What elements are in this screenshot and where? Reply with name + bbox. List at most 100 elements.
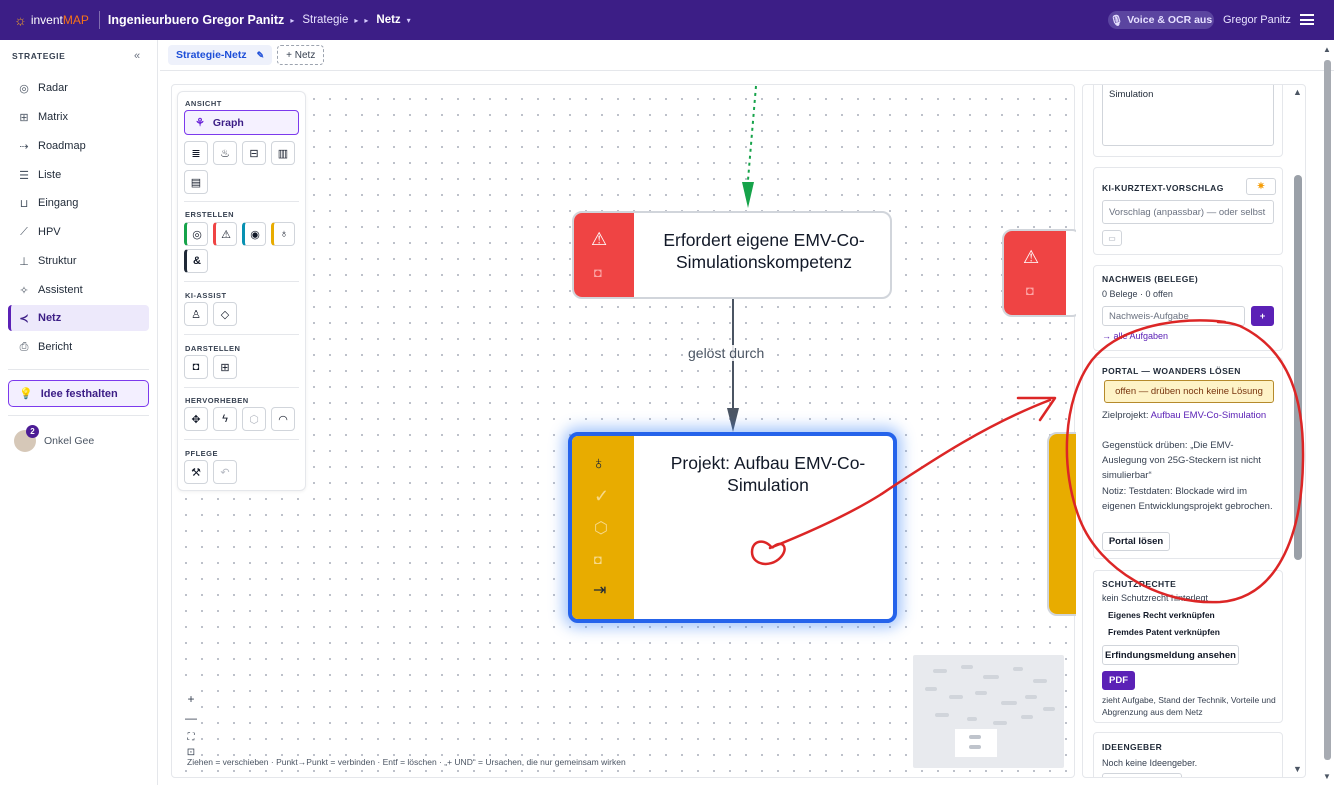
node-type-strip xyxy=(574,213,634,297)
view-flame-icon[interactable]: ♨ xyxy=(213,141,237,165)
toolbox-section-pflege: PFLEGE xyxy=(185,449,219,458)
scroll-up-icon[interactable]: ▲ xyxy=(1323,45,1331,54)
fit-view-icon[interactable]: ⛶ xyxy=(181,728,201,746)
create-and-button[interactable]: & xyxy=(184,249,208,273)
card-heading: KI-KURZTEXT-VORSCHLAG xyxy=(1102,183,1224,193)
zoom-in-button[interactable]: + xyxy=(181,690,201,708)
create-goal-icon[interactable]: ◎ xyxy=(184,222,208,246)
target-project: Zielprojekt: Aufbau EMV-Co-Simulation xyxy=(1102,408,1278,423)
edge-arrowhead xyxy=(742,182,754,208)
patents-card: SCHUTZRECHTE kein Schutzrecht hinterlegt… xyxy=(1093,570,1283,723)
link-foreign-patent-button[interactable]: Fremdes Patent verknüpfen xyxy=(1108,625,1220,640)
scroll-up-icon[interactable]: ▲ xyxy=(1293,87,1302,97)
view-comment-icon[interactable]: ▤ xyxy=(184,170,208,194)
sparkle-icon[interactable]: ✷ xyxy=(1246,178,1276,195)
camera-icon[interactable]: ◘ xyxy=(594,552,602,567)
pdf-description: zieht Aufgabe, Stand der Technik, Vortei… xyxy=(1102,695,1276,717)
check-icon[interactable]: ✓ xyxy=(594,486,609,507)
camera-icon[interactable]: ◘ xyxy=(594,265,602,280)
evidence-card: NACHWEIS (BELEGE) 0 Belege · 0 offen Nac… xyxy=(1093,265,1283,351)
minimap[interactable] xyxy=(913,655,1064,768)
view-invention-report-button[interactable]: Erfindungsmeldung ansehen xyxy=(1102,645,1239,665)
divider xyxy=(184,387,299,388)
camera-icon[interactable]: ◘ xyxy=(184,355,208,379)
project-node[interactable]: ♁ ✓ ⬡ ◘ ⇥ Projekt: Aufbau EMV-Co-Simulat… xyxy=(568,432,897,623)
problem-node[interactable]: ⚠ ◘ Erfordert eigene EMV-Co-Simulationsk… xyxy=(572,211,892,299)
view-bar-chart-icon[interactable]: ▥ xyxy=(271,141,295,165)
divider xyxy=(184,281,299,282)
dashed-edge[interactable] xyxy=(747,85,757,181)
description-card: Simulation xyxy=(1093,85,1283,157)
panel-scrollbar[interactable] xyxy=(1294,175,1302,560)
add-idea-giver-button[interactable] xyxy=(1102,773,1182,777)
counterpart-text: Gegenstück drüben: „Die EMV-Auslegung vo… xyxy=(1102,440,1261,481)
portal-card: PORTAL — WOANDERS LÖSEN offen — drüben n… xyxy=(1093,357,1283,559)
layout-grid-icon[interactable]: ⊞ xyxy=(213,355,237,379)
pdf-button[interactable]: PDF xyxy=(1102,671,1135,690)
problem-node-partial[interactable]: ⚠ ◘ xyxy=(1002,229,1082,317)
inspector-panel: Simulation KI-KURZTEXT-VORSCHLAG ✷ Vorsc… xyxy=(1082,84,1306,778)
idea-givers-card: IDEENGEBER Noch keine Ideengeber. xyxy=(1093,732,1283,777)
canvas-hint: Ziehen = verschieben · Punkt→Punkt = ver… xyxy=(187,757,626,767)
view-sliders-icon[interactable]: ≣ xyxy=(184,141,208,165)
warning-icon: ⚠ xyxy=(591,229,608,249)
window-scrollbar[interactable] xyxy=(1324,60,1331,760)
lock-icon[interactable]: ⊡ xyxy=(181,747,201,757)
add-evidence-button[interactable]: + xyxy=(1251,306,1274,326)
edge-arrowhead xyxy=(727,408,739,432)
target-project-link[interactable]: Aufbau EMV-Co-Simulation xyxy=(1151,410,1267,421)
card-heading: IDEENGEBER xyxy=(1102,742,1163,752)
node-title: Projekt: Aufbau EMV-Co-Simulation xyxy=(670,453,866,495)
portal-status-badge: offen — drüben noch keine Lösung xyxy=(1104,380,1274,403)
create-problem-icon[interactable]: ⚠ xyxy=(213,222,237,246)
graph-toolbox: ANSICHT ⚘ Graph ≣ ♨ ⊟ ▥ ▤ ERSTELLEN ◎ ⚠ ◉… xyxy=(177,91,306,491)
hammer-icon[interactable]: ⚒ xyxy=(184,460,208,484)
keyboard-icon[interactable]: ▭ xyxy=(1102,230,1122,246)
create-observation-icon[interactable]: ◉ xyxy=(242,222,266,246)
view-graph-label: Graph xyxy=(212,116,244,129)
description-textarea[interactable]: Simulation xyxy=(1102,85,1274,146)
divider xyxy=(184,439,299,440)
target-project-label: Zielprojekt: xyxy=(1102,410,1151,421)
idea-givers-status: Noch keine Ideengeber. xyxy=(1102,758,1198,768)
divider xyxy=(184,334,299,335)
all-tasks-link[interactable]: → alle Aufgaben xyxy=(1102,329,1168,344)
view-graph-button[interactable]: ⚘ Graph xyxy=(184,110,299,135)
portal-note: Notiz: Testdaten: Blockade wird im eigen… xyxy=(1102,486,1273,512)
card-heading: NACHWEIS (BELEGE) xyxy=(1102,274,1199,284)
toolbox-section-darstellen: DARSTELLEN xyxy=(185,344,241,353)
toolbox-section-hervorheben: HERVORHEBEN xyxy=(185,396,249,405)
view-hierarchy-icon[interactable]: ⊟ xyxy=(242,141,266,165)
lightning-icon[interactable]: ϟ xyxy=(213,407,237,431)
cube-icon[interactable]: ⬡ xyxy=(594,518,608,538)
ai-suggestion-input[interactable]: Vorschlag (anpassbar) — oder selbst xyxy=(1102,200,1274,224)
portal-enter-icon[interactable]: ⇥ xyxy=(593,580,606,600)
zoom-out-button[interactable]: — xyxy=(181,709,201,727)
node-title: Erfordert eigene EMV-Co-Simulationskompe… xyxy=(663,230,865,272)
cube-icon[interactable]: ⬡ xyxy=(242,407,266,431)
minimap-viewport[interactable] xyxy=(955,729,997,757)
toolbox-section-erstellen: ERSTELLEN xyxy=(185,210,235,219)
undo-icon[interactable]: ↶ xyxy=(213,460,237,484)
node-type-strip xyxy=(1004,231,1066,315)
resolve-portal-button[interactable]: Portal lösen xyxy=(1102,532,1170,551)
card-heading: SCHUTZRECHTE xyxy=(1102,579,1177,589)
camera-icon[interactable]: ◘ xyxy=(1026,283,1034,298)
scroll-down-icon[interactable]: ▼ xyxy=(1323,772,1331,781)
card-heading: PORTAL — WOANDERS LÖSEN xyxy=(1102,366,1241,376)
graph-icon: ⚘ xyxy=(195,117,205,129)
ai-person-icon[interactable]: ♙ xyxy=(184,302,208,326)
warning-icon: ⚠ xyxy=(1023,247,1040,267)
scroll-down-icon[interactable]: ▼ xyxy=(1293,764,1302,774)
divider xyxy=(184,201,299,202)
move-icon[interactable]: ✥ xyxy=(184,407,208,431)
ai-shorttext-card: KI-KURZTEXT-VORSCHLAG ✷ Vorschlag (anpas… xyxy=(1093,167,1283,255)
create-idea-icon[interactable]: ♁ xyxy=(271,222,295,246)
link-own-right-button[interactable]: Eigenes Recht verknüpfen xyxy=(1108,608,1215,623)
evidence-task-input[interactable]: Nachweis-Aufgabe xyxy=(1102,306,1245,326)
patents-status: kein Schutzrecht hinterlegt xyxy=(1102,593,1209,603)
gauge-icon[interactable]: ◠ xyxy=(271,407,295,431)
edge-label: gelöst durch xyxy=(686,345,767,361)
toolbox-section-ki-assist: KI-ASSIST xyxy=(185,291,227,300)
tag-icon[interactable]: ◇ xyxy=(213,302,237,326)
